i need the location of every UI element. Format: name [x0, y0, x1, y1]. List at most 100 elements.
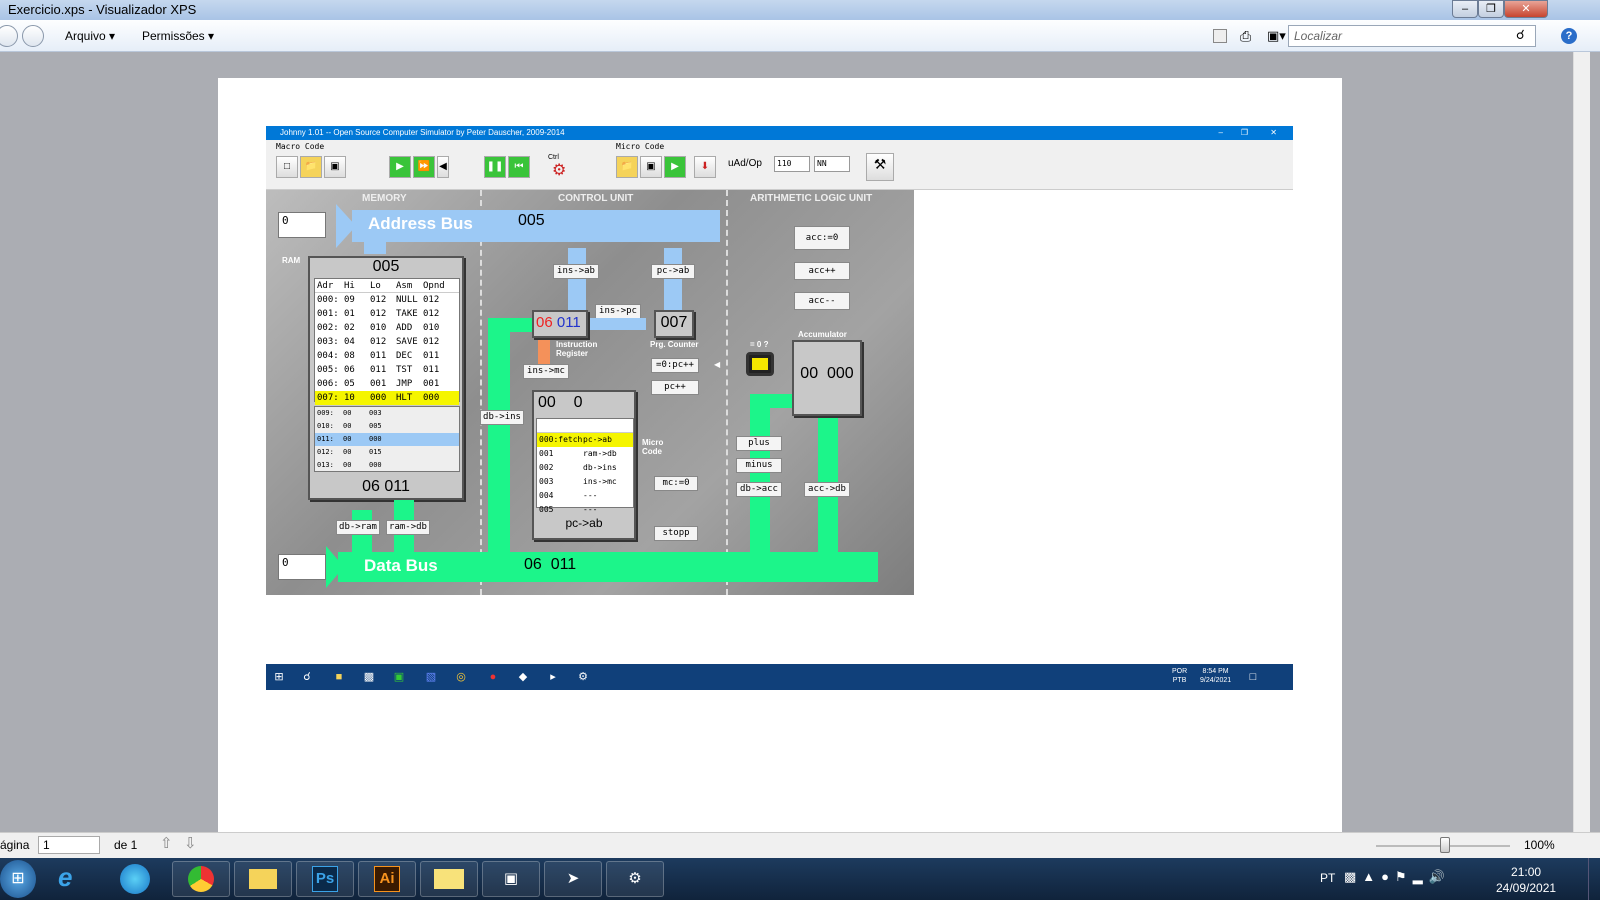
ram-row[interactable]: 011: 00 000 [315, 433, 459, 446]
minus-button[interactable]: minus [736, 458, 782, 473]
notification-icon[interactable]: □ [1246, 670, 1260, 684]
search-icon[interactable]: ☌ [300, 670, 314, 684]
save-ram-icon[interactable]: ▣ [324, 156, 346, 178]
app-icon[interactable]: ⚙ [576, 670, 590, 684]
data-bus-input[interactable]: 0 [278, 554, 326, 580]
minimize-button[interactable]: – [1452, 0, 1478, 18]
paint-icon[interactable]: ⚙ [606, 861, 664, 897]
address-bus-input[interactable]: 0 [278, 212, 326, 238]
micro-save-icon[interactable]: ▣ [640, 156, 662, 178]
zoom-slider-thumb[interactable] [1440, 837, 1450, 853]
document-icon[interactable] [1213, 29, 1227, 43]
ram-row[interactable]: 007: 10 000 HLT 000 [315, 391, 459, 405]
ins-ab-button[interactable]: ins->ab [553, 264, 599, 279]
ram-row[interactable]: 012: 00 015 [315, 446, 459, 459]
micro-run-icon[interactable]: ▶ [664, 156, 686, 178]
maximize-button[interactable]: ❐ [1478, 0, 1504, 18]
prev-page-icon[interactable]: ⇧ [160, 834, 173, 852]
zero-pc-button[interactable]: =0:pc++ [651, 358, 699, 373]
micro-code-row[interactable]: 003 ins->mc [537, 475, 633, 489]
johnny-icon[interactable]: ▸ [546, 670, 560, 684]
ram-row[interactable]: 006: 05 001 JMP 001 [315, 377, 459, 391]
tools-icon[interactable]: ⚒ [866, 153, 894, 181]
vertical-scrollbar[interactable] [1573, 52, 1590, 832]
app-icon[interactable]: ▧ [424, 670, 438, 684]
acc-db-button[interactable]: acc->db [804, 482, 850, 497]
stop-button[interactable]: stopp [654, 526, 698, 541]
language-indicator[interactable]: PT [1320, 871, 1335, 885]
photoshop-icon[interactable]: Ps [296, 861, 354, 897]
notepad-icon[interactable]: ▣ [392, 670, 406, 684]
ins-mc-button[interactable]: ins->mc [523, 364, 569, 379]
record-icon[interactable]: ⬇ [694, 156, 716, 178]
app-icon[interactable]: ● [486, 670, 500, 684]
forward-icon[interactable] [22, 25, 44, 47]
folder-taskbar-icon[interactable] [420, 861, 478, 897]
tray-icons[interactable]: ▩▲●⚑▂🔊 [1344, 869, 1451, 885]
show-desktop-button[interactable] [1588, 858, 1600, 900]
reset-icon[interactable]: ⏮ [508, 156, 530, 178]
terminal-icon[interactable]: ▩ [362, 670, 376, 684]
view-icon[interactable]: ▣▾ [1267, 28, 1286, 44]
internet-explorer-icon[interactable]: e [58, 862, 72, 893]
menu-arquivo[interactable]: Arquivo ▾ [65, 29, 115, 43]
db-ram-button[interactable]: db->ram [336, 520, 380, 535]
mc-reset-button[interactable]: mc:=0 [654, 476, 698, 491]
micro-code-table[interactable]: 000:fetch pc->ab 001 ram->db 002 db->ins 003 in… [536, 418, 634, 514]
johnny-restore-icon[interactable]: ❐ [1241, 126, 1248, 140]
ram-row[interactable]: 000: 09 012 NULL 012 [315, 293, 459, 307]
system-clock[interactable]: 21:00 24/09/2021 [1496, 864, 1556, 896]
xps-viewer-icon[interactable]: ➤ [544, 861, 602, 897]
acc-zero-button[interactable]: acc:=0 [794, 226, 850, 250]
db-ins-button[interactable]: db->ins [480, 410, 524, 425]
folder-icon[interactable]: ■ [332, 670, 346, 684]
edge-icon[interactable] [120, 864, 150, 894]
ram-table[interactable]: Adr Hi Lo Asm Opnd 000: 09 012 NULL 012 001: 01 012… [314, 278, 460, 405]
ram-row[interactable]: 004: 08 011 DEC 011 [315, 349, 459, 363]
close-button[interactable]: ✕ [1504, 0, 1548, 18]
acc-increment-button[interactable]: acc++ [794, 262, 850, 280]
acc-decrement-button[interactable]: acc-- [794, 292, 850, 310]
micro-code-row[interactable]: 005 --- [537, 503, 633, 517]
nn-input[interactable]: NN [814, 156, 850, 172]
pc-increment-button[interactable]: pc++ [651, 380, 699, 395]
new-file-icon[interactable]: □ [276, 156, 298, 178]
illustrator-icon[interactable]: Ai [358, 861, 416, 897]
page-input[interactable]: 1 [38, 836, 100, 854]
gears-icon[interactable]: ⚙ [552, 160, 566, 180]
app-icon[interactable]: ◆ [516, 670, 530, 684]
pc-ab-button[interactable]: pc->ab [651, 264, 695, 279]
micro-code-row[interactable]: 000:fetch pc->ab [537, 433, 633, 447]
next-page-icon[interactable]: ⇩ [184, 834, 197, 852]
run-icon[interactable]: ▶ [389, 156, 411, 178]
ram-table-secondary[interactable]: 009: 00 003 010: 00 005 011: 00 000 012: 00 015 013:… [314, 406, 460, 472]
windows-start-icon[interactable]: ⊞ [272, 670, 286, 684]
help-icon[interactable]: ? [1561, 28, 1577, 44]
micro-code-row[interactable]: 004 --- [537, 489, 633, 503]
open-folder-icon[interactable]: 📁 [300, 156, 322, 178]
ram-row[interactable]: 010: 00 005 [315, 420, 459, 433]
ram-db-button[interactable]: ram->db [386, 520, 430, 535]
search-icon[interactable]: ☌ [1516, 27, 1525, 43]
chrome-taskbar-icon[interactable] [172, 861, 230, 897]
johnny-minimize-icon[interactable]: – [1219, 126, 1223, 140]
ram-row[interactable]: 001: 01 012 TAKE 012 [315, 307, 459, 321]
johnny-close-icon[interactable]: ✕ [1270, 126, 1277, 140]
plus-button[interactable]: plus [736, 436, 782, 451]
ram-row[interactable]: 002: 02 010 ADD 010 [315, 321, 459, 335]
micro-code-row[interactable]: 002 db->ins [537, 461, 633, 475]
search-input[interactable]: Localizar [1288, 25, 1536, 47]
ram-row[interactable]: 003: 04 012 SAVE 012 [315, 335, 459, 349]
chrome-icon[interactable]: ◎ [454, 670, 468, 684]
db-acc-button[interactable]: db->acc [736, 482, 782, 497]
ram-row[interactable]: 005: 06 011 TST 011 [315, 363, 459, 377]
start-button-icon[interactable]: ⊞ [0, 860, 36, 898]
uad-op-input[interactable]: 110 [774, 156, 810, 172]
print-icon[interactable]: ⎙ [1240, 28, 1251, 45]
ram-row[interactable]: 009: 00 003 [315, 407, 459, 420]
step-icon[interactable]: ◀ [437, 156, 449, 178]
fast-forward-icon[interactable]: ⏩ [413, 156, 435, 178]
menu-permissoes[interactable]: Permissões ▾ [142, 29, 214, 43]
micro-open-icon[interactable]: 📁 [616, 156, 638, 178]
micro-code-row[interactable]: 001 ram->db [537, 447, 633, 461]
